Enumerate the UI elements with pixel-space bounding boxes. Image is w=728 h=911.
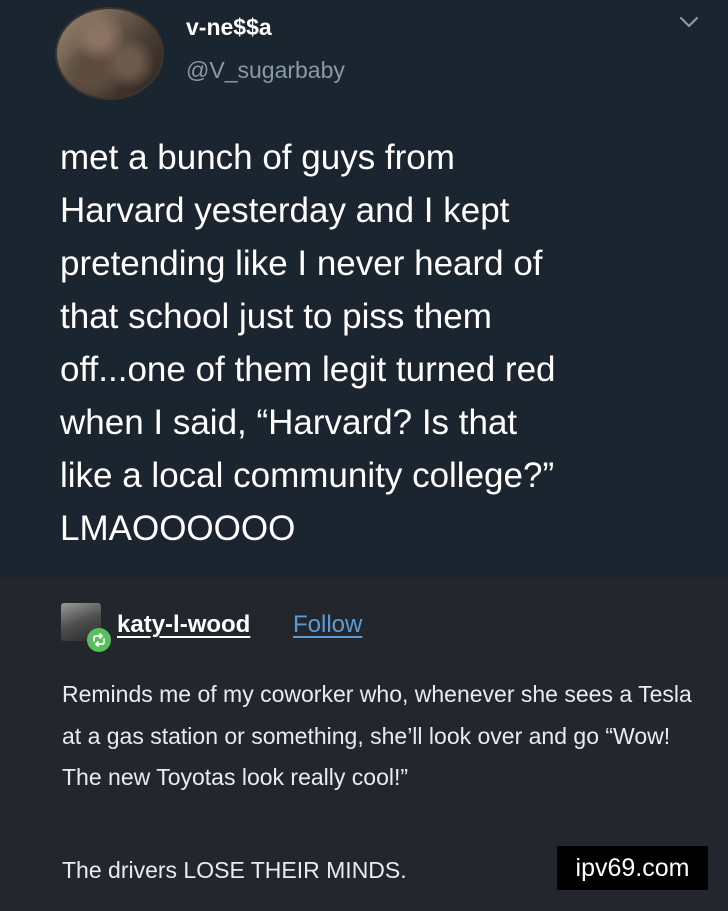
follow-link[interactable]: Follow: [293, 611, 362, 639]
reply-body-text: Reminds me of my coworker who, whenever …: [62, 681, 692, 790]
tweet-handle[interactable]: @V_sugarbaby: [186, 57, 345, 84]
tweet-text: met a bunch of guys from Harvard yesterd…: [60, 138, 556, 548]
tweet-card: v-ne$$a @V_sugarbaby met a bunch of guys…: [0, 0, 728, 578]
tweet-display-name[interactable]: v-ne$$a: [186, 14, 272, 41]
chevron-down-icon[interactable]: [678, 12, 700, 32]
reply-tail-text: The drivers LOSE THEIR MINDS.: [62, 857, 407, 883]
reply-username-link[interactable]: katy-l-wood: [117, 611, 250, 639]
tweet-avatar[interactable]: [55, 7, 164, 100]
reblog-icon: [87, 628, 111, 652]
screenshot: v-ne$$a @V_sugarbaby met a bunch of guys…: [0, 0, 728, 911]
watermark: ipv69.com: [557, 846, 708, 890]
